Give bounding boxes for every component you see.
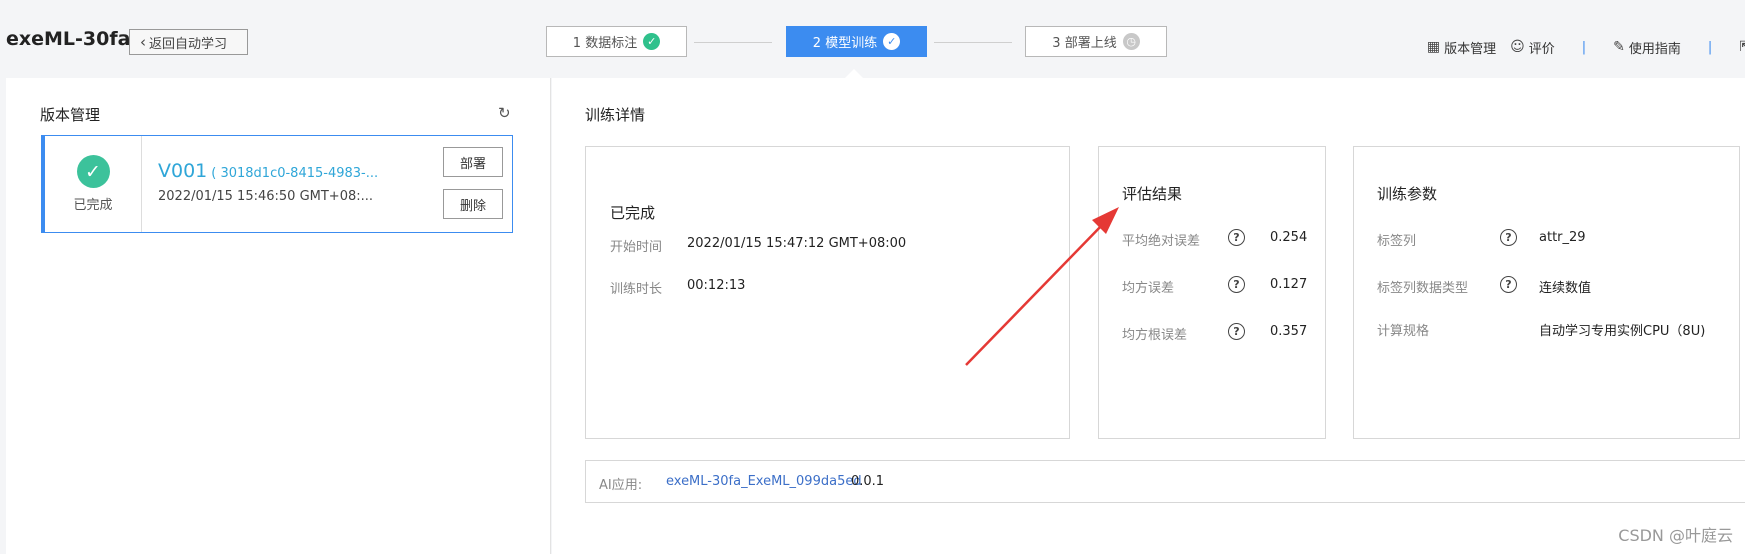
- top-bar: exeML-30fa ‹ 返回自动学习 1 数据标注 ✓ 2 模型训练 ✓ 3 …: [0, 0, 1745, 78]
- ai-app-link[interactable]: exeML-30fa_ExeML_099da5ed: [666, 474, 862, 489]
- version-name-row: V001 ( 3018d1c0-8415-4983-...: [158, 160, 378, 182]
- label-type-label: 标签列数据类型: [1377, 281, 1469, 296]
- guide-label: 使用指南: [1628, 41, 1681, 57]
- training-status-box: 已完成 开始时间 2022/01/15 15:47:12 GMT+08:00 训…: [585, 146, 1070, 439]
- step-deploy[interactable]: 3 部署上线 ◷: [1025, 26, 1167, 57]
- external-link[interactable]: ⇱: [1739, 39, 1745, 55]
- evaluation-box: 评估结果 平均绝对误差 ? 0.254 均方误差 ? 0.127 均方根误差 ?…: [1098, 146, 1326, 439]
- step-data-labeling[interactable]: 1 数据标注 ✓: [546, 26, 687, 57]
- label-column-value: attr_29: [1539, 230, 1586, 245]
- help-icon[interactable]: ?: [1228, 323, 1245, 340]
- help-icon[interactable]: ?: [1228, 276, 1245, 293]
- metric-value: 0.357: [1270, 324, 1308, 339]
- duration-value: 00:12:13: [687, 278, 746, 293]
- rate-label: 评价: [1528, 41, 1555, 57]
- metric-label: 平均绝对误差: [1122, 234, 1201, 249]
- active-step-pointer: [845, 69, 863, 78]
- label-column-label: 标签列: [1377, 234, 1417, 249]
- check-circle-icon: ✓: [76, 155, 110, 188]
- help-icon[interactable]: ?: [1500, 229, 1517, 246]
- version-time: 2022/01/15 15:46:50 GMT+08:...: [158, 189, 374, 204]
- eval-title: 评估结果: [1122, 185, 1183, 203]
- panel-title: 版本管理: [40, 106, 101, 124]
- step-label: 3 部署上线: [1052, 36, 1117, 51]
- help-icon[interactable]: ?: [1228, 229, 1245, 246]
- divider: |: [1581, 39, 1587, 55]
- compute-spec-value: 自动学习专用实例CPU（8U): [1539, 324, 1706, 339]
- training-detail-panel: 训练详情 已完成 开始时间 2022/01/15 15:47:12 GMT+08…: [552, 78, 1745, 554]
- version-management-label: 版本管理: [1444, 41, 1497, 57]
- watermark: CSDN @叶庭云: [1618, 526, 1733, 545]
- status-title: 已完成: [610, 204, 656, 222]
- params-title: 训练参数: [1377, 185, 1438, 203]
- edit-doc-icon: ✎: [1613, 39, 1625, 55]
- metric-value: 0.127: [1270, 277, 1308, 292]
- version-name[interactable]: V001: [158, 160, 207, 182]
- status-text: 已完成: [73, 198, 113, 213]
- step-model-training[interactable]: 2 模型训练 ✓: [786, 26, 927, 57]
- section-title: 训练详情: [585, 106, 646, 124]
- guide-link[interactable]: ✎ 使用指南: [1613, 38, 1681, 57]
- ai-app-version: 0.0.1: [851, 474, 885, 489]
- start-time-label: 开始时间: [610, 240, 663, 255]
- compute-spec-label: 计算规格: [1377, 324, 1430, 339]
- top-links: ▦ 版本管理 ☺ 评价 | ✎ 使用指南 | ⇱: [1427, 36, 1745, 58]
- clock-icon: ◷: [1122, 33, 1140, 50]
- help-icon[interactable]: ?: [1500, 276, 1517, 293]
- divider: |: [1707, 39, 1713, 55]
- ai-app-label: AI应用:: [599, 478, 643, 493]
- chevron-left-icon: ‹: [140, 32, 146, 51]
- version-management-link[interactable]: ▦ 版本管理: [1427, 38, 1496, 57]
- duration-label: 训练时长: [610, 282, 663, 297]
- start-time-value: 2022/01/15 15:47:12 GMT+08:00: [687, 236, 907, 251]
- step-label: 2 模型训练: [812, 36, 878, 51]
- back-button[interactable]: ‹ 返回自动学习: [129, 29, 248, 55]
- delete-button[interactable]: 删除: [443, 189, 503, 219]
- ai-app-row: AI应用: exeML-30fa_ExeML_099da5ed 0.0.1: [585, 460, 1745, 503]
- version-id: ( 3018d1c0-8415-4983-...: [211, 166, 379, 181]
- back-button-label: 返回自动学习: [149, 36, 228, 52]
- step-label: 1 数据标注: [572, 36, 638, 51]
- step-connector: [694, 42, 772, 43]
- external-link-icon: ⇱: [1739, 39, 1745, 55]
- check-icon: ✓: [643, 33, 661, 50]
- app-title: exeML-30fa: [6, 28, 131, 50]
- rate-link[interactable]: ☺ 评价: [1510, 38, 1555, 57]
- metric-label: 均方根误差: [1122, 328, 1188, 343]
- metric-value: 0.254: [1270, 230, 1308, 245]
- deploy-button[interactable]: 部署: [443, 147, 503, 177]
- grid-icon: ▦: [1426, 39, 1441, 55]
- check-icon: ✓: [883, 33, 901, 50]
- refresh-icon[interactable]: ↻: [498, 104, 511, 122]
- version-card[interactable]: ✓ 已完成 V001 ( 3018d1c0-8415-4983-... 2022/…: [41, 135, 513, 233]
- version-status: ✓ 已完成: [45, 136, 142, 232]
- version-panel: 版本管理 ↻ ✓ 已完成 V001 ( 3018d1c0-8415-4983-..…: [6, 78, 551, 554]
- label-type-value: 连续数值: [1539, 281, 1592, 296]
- training-params-box: 训练参数 标签列 ? attr_29 标签列数据类型 ? 连续数值 计算规格 自…: [1353, 146, 1740, 439]
- metric-label: 均方误差: [1122, 281, 1175, 296]
- step-connector: [934, 42, 1012, 43]
- smile-icon: ☺: [1510, 39, 1525, 55]
